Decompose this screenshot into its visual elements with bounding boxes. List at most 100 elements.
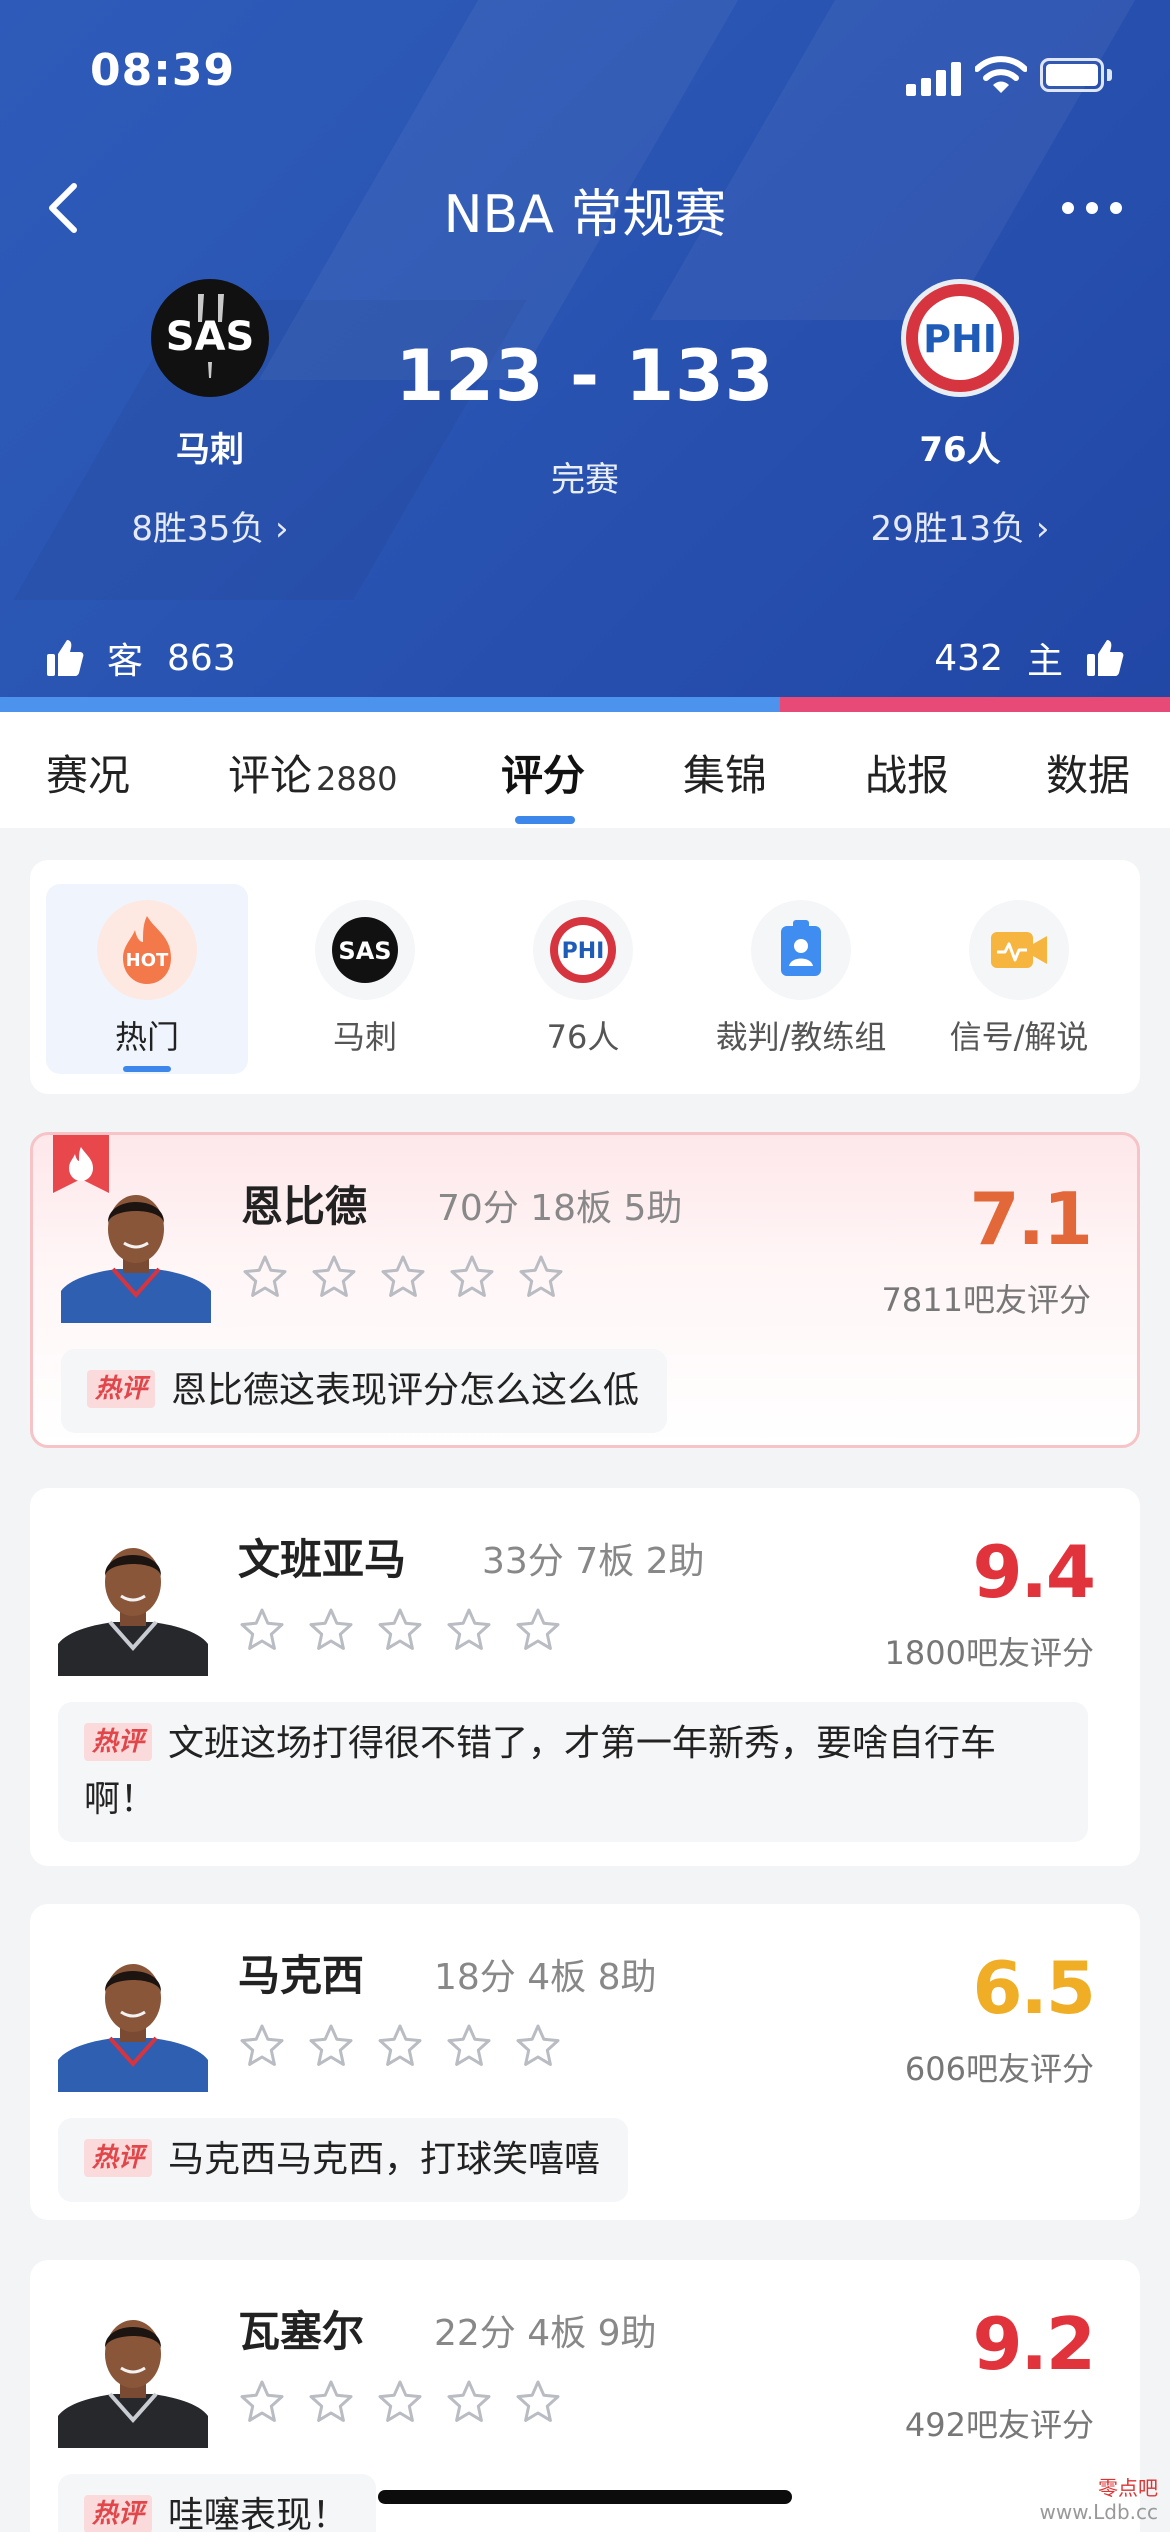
tab-data[interactable]: 数据 [1046, 742, 1130, 803]
player-stats: 70分 18板 5助 [437, 1188, 683, 1229]
away-team-record[interactable]: 8胜35负 › [60, 501, 360, 550]
star-icon[interactable] [376, 1606, 424, 1654]
tab-game-status[interactable]: 赛况 [46, 742, 130, 803]
tab-highlights[interactable]: 集锦 [683, 742, 767, 803]
star-icon[interactable] [514, 1606, 562, 1654]
chevron-right-icon: › [275, 509, 289, 549]
home-record-text: 29胜13负 [870, 509, 1026, 549]
status-time: 08:39 [90, 45, 236, 96]
average-score: 9.4 [972, 1530, 1096, 1614]
tab-label: 战报 [865, 751, 950, 800]
star-icon[interactable] [514, 2022, 562, 2070]
star-icon[interactable] [448, 1253, 496, 1301]
more-options-button[interactable] [1058, 180, 1128, 230]
star-icon[interactable] [310, 1253, 358, 1301]
rating-stars[interactable] [238, 2378, 562, 2426]
wifi-icon [975, 56, 1027, 93]
filter-label: 信号/解说 [949, 1018, 1089, 1056]
hot-comment[interactable]: 热评 文班这场打得很不错了，才第一年新秀，要啥自行车啊！ [58, 1702, 1088, 1842]
hot-comment[interactable]: 热评 马克西马克西，打球笑嘻嘻 [58, 2118, 629, 2202]
hot-comment[interactable]: 热评 哇噻表现！ [58, 2474, 377, 2532]
star-icon[interactable] [307, 2378, 355, 2426]
home-team-record[interactable]: 29胜13负 › [810, 501, 1110, 550]
hot-comment-tag: 热评 [87, 1370, 156, 1408]
hot-comment-tag: 热评 [84, 1723, 153, 1761]
sixers-logo: PHI [901, 279, 1019, 397]
star-icon[interactable] [238, 1606, 286, 1654]
player-stats: 22分 4板 9助 [434, 2313, 657, 2354]
star-icon[interactable] [376, 2022, 424, 2070]
star-icon[interactable] [517, 1253, 565, 1301]
filter-referee-coach[interactable]: 裁判/教练组 [700, 884, 902, 1074]
watermark: 零点吧 www.Ldb.cc [1040, 2476, 1158, 2524]
thumbs-up-icon [47, 640, 84, 676]
filter-label: 热门 [114, 1018, 179, 1056]
sixers-logo-icon: PHI [533, 900, 633, 1000]
star-icon[interactable] [445, 2022, 493, 2070]
comment-text: 哇噻表现！ [168, 2495, 349, 2532]
player-name: 文班亚马 [238, 1535, 407, 1584]
hot-comment[interactable]: 热评 恩比德这表现评分怎么这么低 [61, 1349, 668, 1433]
tab-label: 数据 [1046, 751, 1131, 800]
tab-report[interactable]: 战报 [865, 742, 949, 803]
watermark-line1: 零点吧 [1098, 2476, 1158, 2500]
hot-comment-tag: 热评 [84, 2139, 153, 2177]
tab-label: 评论 [228, 751, 313, 800]
home-team[interactable]: PHI 76人 29胜13负 › [810, 278, 1110, 550]
star-icon[interactable] [379, 1253, 427, 1301]
chevron-right-icon: › [1035, 509, 1050, 549]
active-tab-indicator [515, 816, 575, 824]
player-name: 恩比德 [241, 1182, 368, 1231]
app-root: 08:39 NBA 常规赛 SAS 马刺 8胜35负 › 123 - 133 完… [0, 0, 1170, 2532]
star-icon[interactable] [376, 2378, 424, 2426]
cellular-signal-icon [906, 62, 962, 96]
rating-count: 7811吧友评分 [881, 1281, 1091, 1319]
player-stats: 33分 7板 2助 [482, 1541, 705, 1582]
svg-text:HOT: HOT [126, 950, 169, 971]
thumbs-up-icon [1087, 640, 1124, 676]
tab-ratings[interactable]: 评分 [501, 742, 585, 803]
away-vote-label: 客 [107, 641, 144, 682]
comment-count: 2880 [316, 760, 398, 798]
watermark-line2: www.Ldb.cc [1039, 2500, 1158, 2524]
star-icon[interactable] [514, 2378, 562, 2426]
rating-stars[interactable] [241, 1253, 565, 1301]
page-title: NBA 常规赛 [443, 185, 727, 245]
tab-label: 评分 [501, 751, 586, 800]
away-like-button[interactable]: 客 863 [45, 632, 236, 684]
home-vote-bar [780, 697, 1170, 712]
player-rating-card[interactable]: 马克西 18分 4板 8助 6.5 606吧友评分 热评 马克西马克西，打球笑嘻嘻 [30, 1904, 1140, 2220]
average-score: 6.5 [972, 1946, 1096, 2030]
filter-spurs[interactable]: SAS 马刺 [264, 884, 466, 1074]
filter-hot[interactable]: HOT 热门 [46, 884, 248, 1074]
rating-count: 492吧友评分 [904, 2406, 1094, 2444]
rating-stars[interactable] [238, 1606, 562, 1654]
comment-text: 恩比德这表现评分怎么这么低 [171, 1370, 640, 1411]
tab-comments[interactable]: 评论 2880 [228, 742, 397, 803]
status-bar: 08:39 [0, 0, 1170, 150]
home-vote-count: 432 [934, 637, 1003, 679]
filter-sixers[interactable]: PHI 76人 [482, 884, 684, 1074]
star-icon[interactable] [238, 2022, 286, 2070]
rating-stars[interactable] [238, 2022, 562, 2070]
filter-broadcast[interactable]: 信号/解说 [918, 884, 1120, 1074]
home-like-button[interactable]: 432 主 [934, 632, 1125, 684]
player-name: 马克西 [238, 1951, 365, 2000]
player-rating-card[interactable]: 恩比德 70分 18板 5助 7.1 7811吧友评分热评 恩比德这表现评分怎么这么低 [30, 1132, 1140, 1448]
star-icon[interactable] [241, 1253, 289, 1301]
player-rating-card[interactable]: 文班亚马 33分 7板 2助 9.4 1800吧友评分热评 文班这场打得很不错了，才第一… [30, 1488, 1140, 1866]
home-indicator[interactable] [378, 2490, 792, 2504]
referee-badge-icon [751, 900, 851, 1000]
star-icon[interactable] [445, 2378, 493, 2426]
star-icon[interactable] [445, 1606, 493, 1654]
star-icon[interactable] [307, 1606, 355, 1654]
player-name: 瓦塞尔 [238, 2307, 365, 2356]
star-icon[interactable] [307, 2022, 355, 2070]
tab-bar: 赛况 评论 2880 评分 集锦 战报 数据 [0, 712, 1170, 828]
star-icon[interactable] [238, 2378, 286, 2426]
rating-count: 1800吧友评分 [884, 1634, 1094, 1672]
comment-text: 文班这场打得很不错了，才第一年新秀，要啥自行车啊！ [84, 1723, 997, 1820]
player-avatar [58, 2320, 208, 2448]
home-team-name: 76人 [919, 430, 1001, 470]
average-score: 7.1 [969, 1177, 1093, 1261]
